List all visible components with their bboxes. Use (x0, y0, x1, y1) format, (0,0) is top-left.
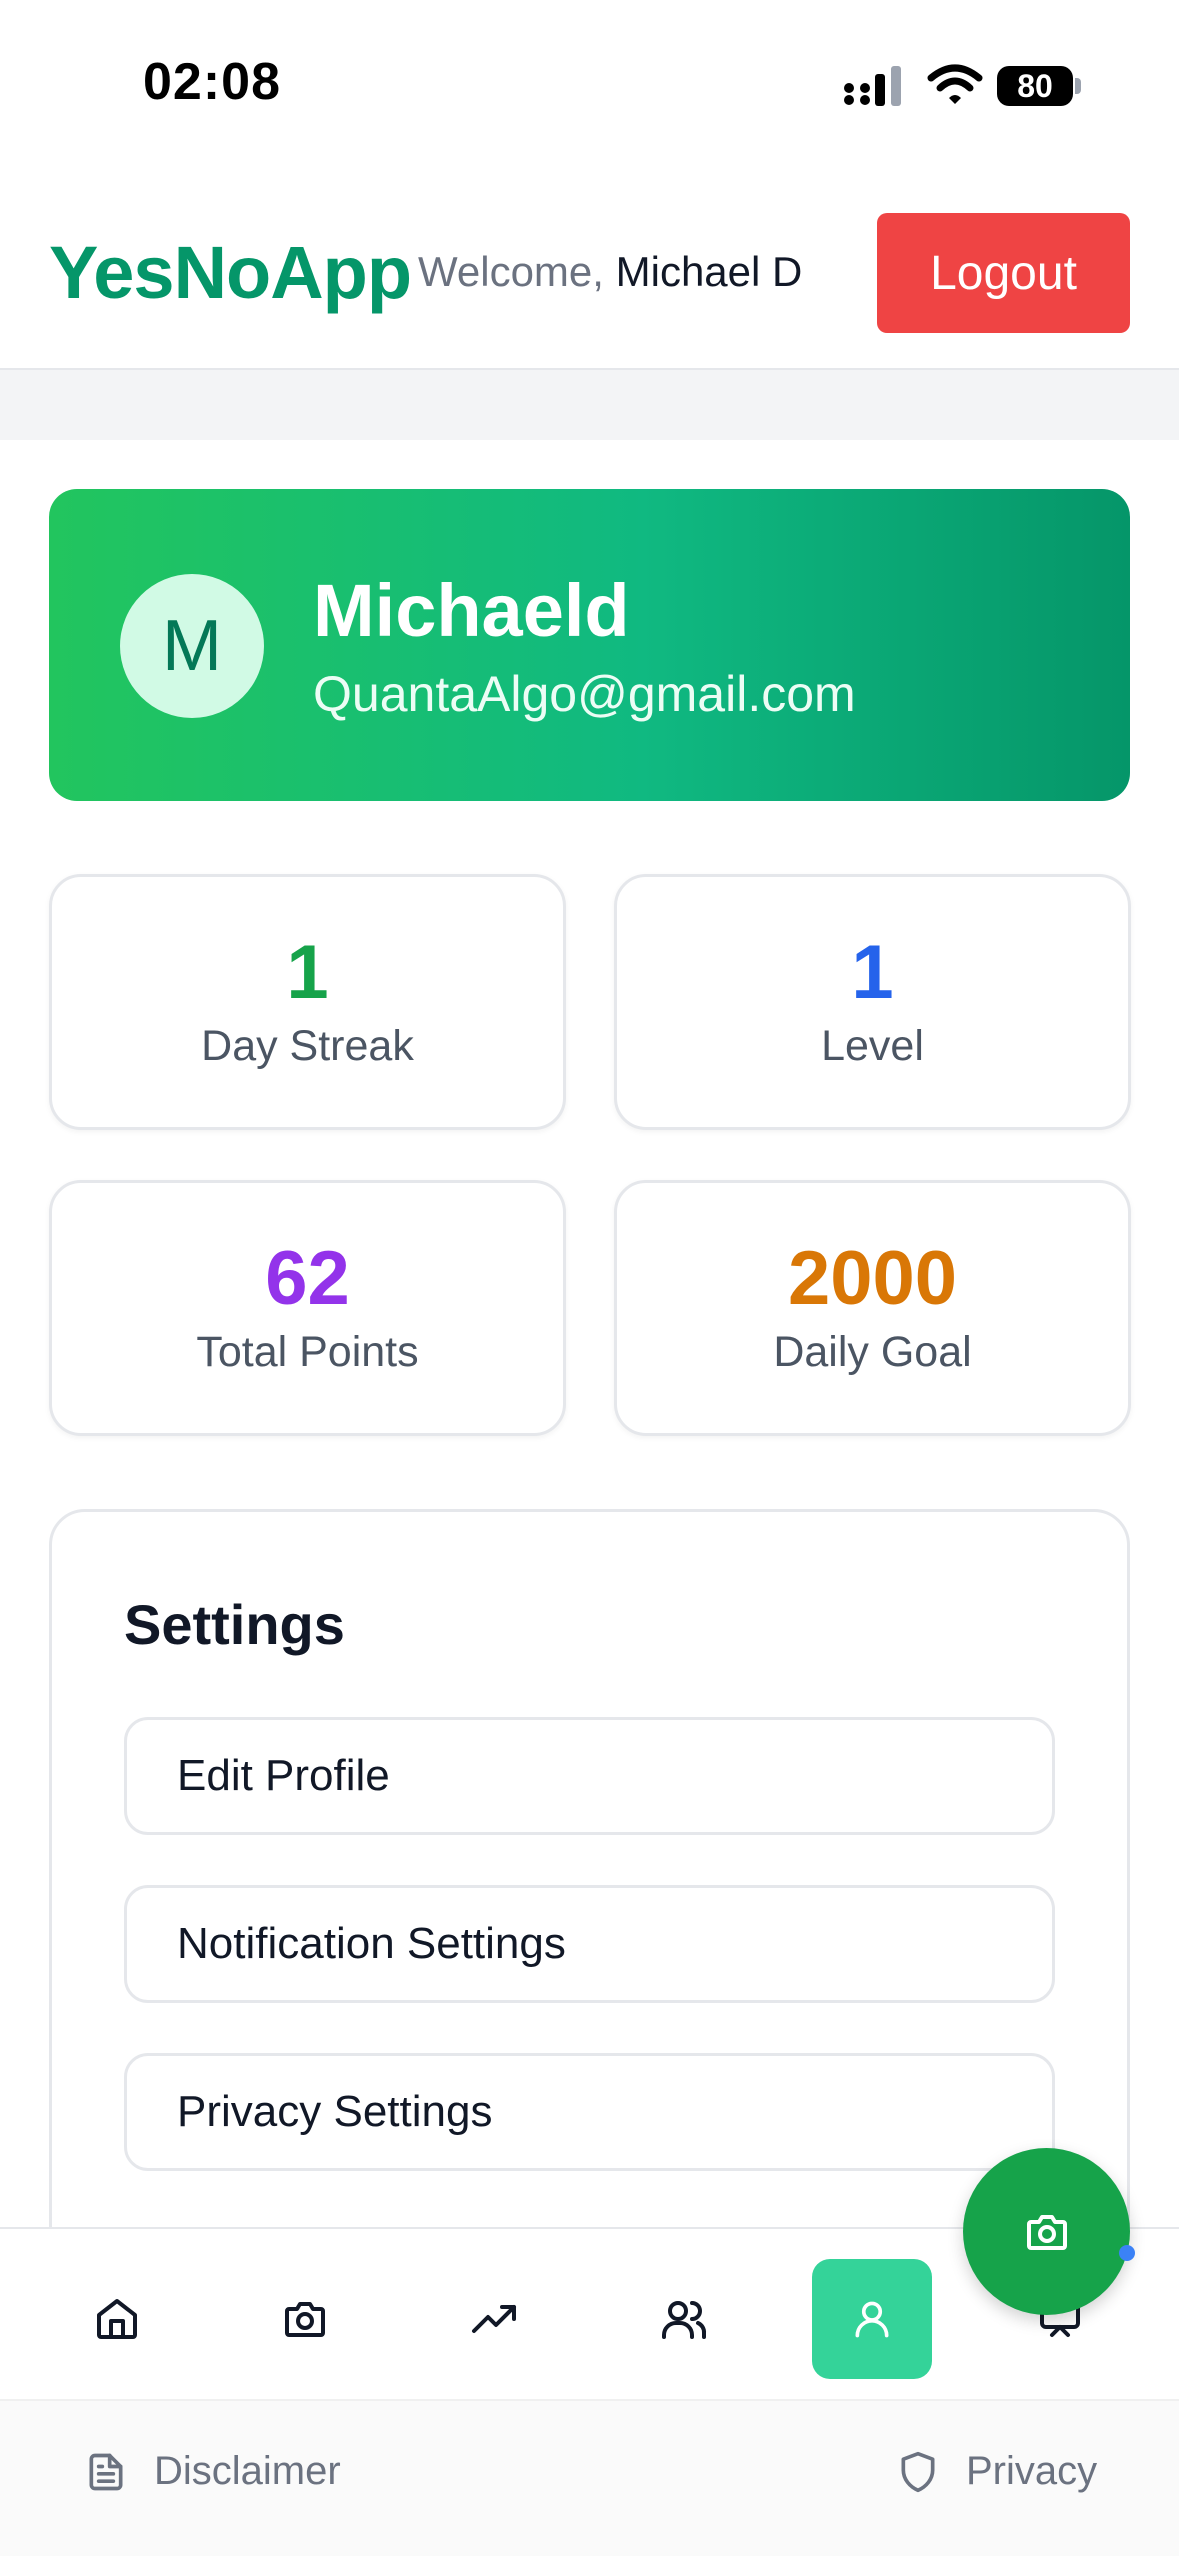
edit-profile-button[interactable]: Edit Profile (124, 1717, 1055, 1835)
stat-card-total-points: 62 Total Points (49, 1180, 566, 1436)
stat-value: 2000 (787, 1235, 958, 1321)
disclaimer-label: Disclaimer (154, 2449, 341, 2493)
wifi-icon (927, 64, 983, 104)
profile-email: QuantaAlgo@gmail.com (313, 666, 856, 722)
stat-card-daily-goal: 2000 Daily Goal (614, 1180, 1131, 1436)
stat-card-level: 1 Level (614, 874, 1131, 1130)
footer: Disclaimer Privacy (0, 2399, 1179, 2556)
stat-value: 1 (851, 929, 894, 1015)
stat-value: 1 (286, 929, 329, 1015)
stat-label: Level (821, 1022, 924, 1071)
nav-home-button[interactable] (57, 2259, 177, 2379)
camera-icon (285, 2302, 325, 2337)
privacy-label: Privacy (966, 2449, 1098, 2493)
avatar: M (120, 574, 264, 718)
privacy-settings-button[interactable]: Privacy Settings (124, 2053, 1055, 2171)
battery-indicator: 80 (997, 66, 1073, 106)
settings-title: Settings (124, 1593, 345, 1656)
stat-label: Daily Goal (773, 1328, 972, 1377)
header-divider (0, 368, 1179, 440)
shield-icon (901, 2451, 935, 2492)
signal-icon (844, 66, 901, 106)
welcome-user-name: Michael D (615, 248, 803, 295)
document-icon (89, 2453, 123, 2490)
battery-cap (1075, 78, 1081, 94)
disclaimer-link[interactable]: Disclaimer (84, 2449, 341, 2494)
stat-card-day-streak: 1 Day Streak (49, 874, 566, 1130)
welcome-text: Welcome, Michael D (418, 248, 802, 296)
users-icon (662, 2301, 706, 2339)
stat-label: Day Streak (201, 1022, 414, 1071)
app-logo-text: YesNoApp (49, 231, 412, 314)
stat-label: Total Points (196, 1328, 419, 1377)
nav-friends-button[interactable] (624, 2259, 744, 2379)
nav-trends-button[interactable] (434, 2259, 554, 2379)
trending-up-icon (472, 2305, 516, 2333)
welcome-prefix: Welcome, (418, 248, 604, 295)
notification-settings-button[interactable]: Notification Settings (124, 1885, 1055, 2003)
fab-camera-button[interactable] (963, 2148, 1130, 2315)
logout-button[interactable]: Logout (877, 213, 1130, 333)
home-icon (97, 2299, 137, 2339)
status-icons: 80 (843, 62, 1083, 112)
nav-camera-button[interactable] (245, 2259, 365, 2379)
privacy-link[interactable]: Privacy (896, 2449, 1097, 2494)
nav-profile-button[interactable] (812, 2259, 932, 2379)
profile-name: Michaeld (313, 569, 630, 652)
notification-dot (1119, 2245, 1135, 2261)
camera-icon (1026, 2214, 1067, 2250)
stat-value: 62 (265, 1235, 350, 1321)
user-icon (855, 2301, 889, 2338)
status-time: 02:08 (143, 53, 281, 111)
